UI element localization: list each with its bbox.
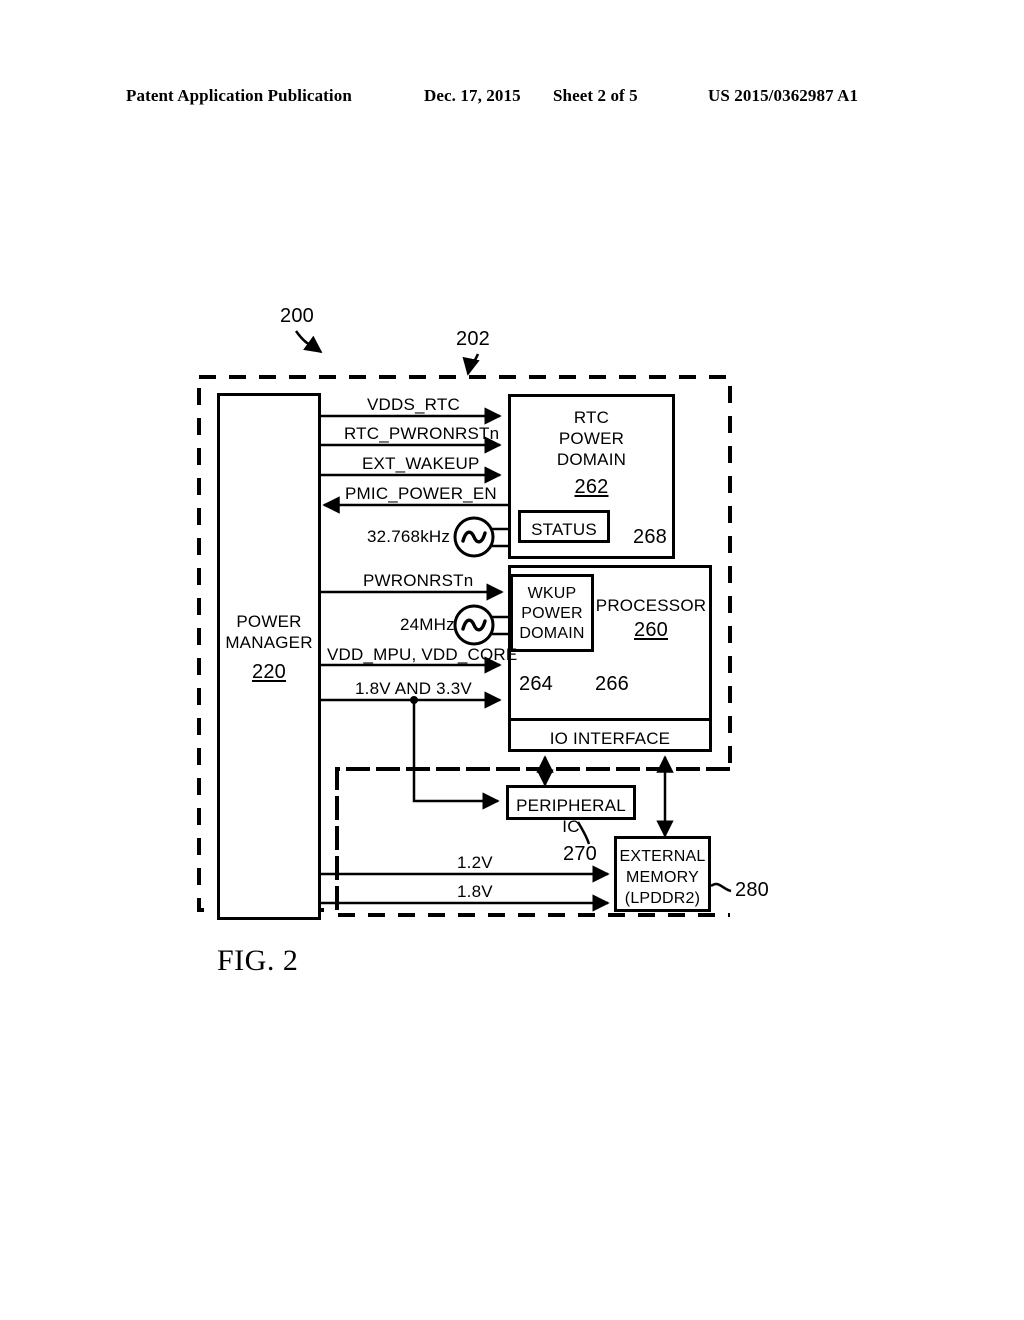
- header-date-label: Dec. 17, 2015: [424, 86, 521, 105]
- rtc-power-domain-label: RTC POWER DOMAIN: [556, 408, 627, 469]
- junction-dot-io-rails: [410, 696, 418, 704]
- figure-caption: FIG. 2: [217, 944, 299, 977]
- power-manager-label: POWER MANAGER: [225, 612, 313, 652]
- external-memory-block[interactable]: EXTERNAL MEMORY (LPDDR2): [614, 836, 711, 912]
- rtc-power-domain-ref: 262: [574, 476, 609, 498]
- ref-280: 280: [735, 879, 769, 901]
- ref-264: 264: [519, 673, 553, 695]
- header-publication-label: Patent Application Publication: [126, 86, 352, 105]
- leader-280: [710, 882, 732, 893]
- peripheral-ic-block[interactable]: PERIPHERAL IC: [506, 785, 636, 836]
- io-interface-label: IO INTERFACE: [549, 729, 671, 748]
- ref-270: 270: [563, 843, 597, 865]
- signal-label-osc-24mhz: 24MHz: [400, 615, 455, 634]
- page-header: Patent Application Publication Dec. 17, …: [0, 86, 1024, 116]
- peripheral-ic-label: PERIPHERAL IC: [516, 796, 626, 836]
- ref-268: 268: [633, 526, 667, 548]
- ref-200: 200: [280, 305, 314, 327]
- header-sheet-label: Sheet 2 of 5: [553, 86, 638, 105]
- signal-label-osc-32768khz: 32.768kHz: [367, 527, 451, 546]
- io-interface-block[interactable]: IO INTERFACE: [508, 718, 712, 752]
- ref-266: 266: [595, 673, 629, 695]
- leader-202: [462, 353, 480, 376]
- signal-label-mem-1v2: 1.2V: [457, 853, 493, 872]
- external-memory-label: EXTERNAL MEMORY (LPDDR2): [619, 848, 706, 907]
- wkup-power-domain-block[interactable]: WKUP POWER DOMAIN: [510, 574, 594, 652]
- status-label: STATUS: [531, 520, 597, 539]
- power-manager-ref: 220: [252, 661, 286, 683]
- leader-200: [294, 330, 323, 354]
- processor-label: PROCESSOR: [595, 596, 707, 615]
- ref-202: 202: [456, 328, 490, 350]
- signal-label-vdd-rails: VDD_MPU, VDD_CORE: [327, 645, 518, 664]
- processor-ref: 260: [634, 619, 668, 641]
- signal-label-pmic-power-en: PMIC_POWER_EN: [345, 484, 497, 503]
- oscillator-24mhz-icon: [453, 604, 495, 646]
- signal-label-rtc-pwronrstn: RTC_PWRONRSTn: [344, 424, 500, 443]
- signal-label-vdds-rtc: VDDS_RTC: [367, 395, 460, 414]
- header-patent-number: US 2015/0362987 A1: [708, 86, 859, 105]
- status-block[interactable]: STATUS: [518, 510, 610, 543]
- oscillator-32768khz-icon: [453, 516, 495, 558]
- signal-label-pwronrstn: PWRONRSTn: [363, 571, 474, 590]
- signal-label-mem-1v8: 1.8V: [457, 882, 493, 901]
- wire-io-rails-branch-to-peripheral: [412, 700, 500, 810]
- signal-label-ext-wakeup: EXT_WAKEUP: [362, 454, 480, 473]
- wkup-power-domain-label: WKUP POWER DOMAIN: [519, 585, 585, 642]
- power-manager-block[interactable]: POWER MANAGER 220: [217, 393, 321, 920]
